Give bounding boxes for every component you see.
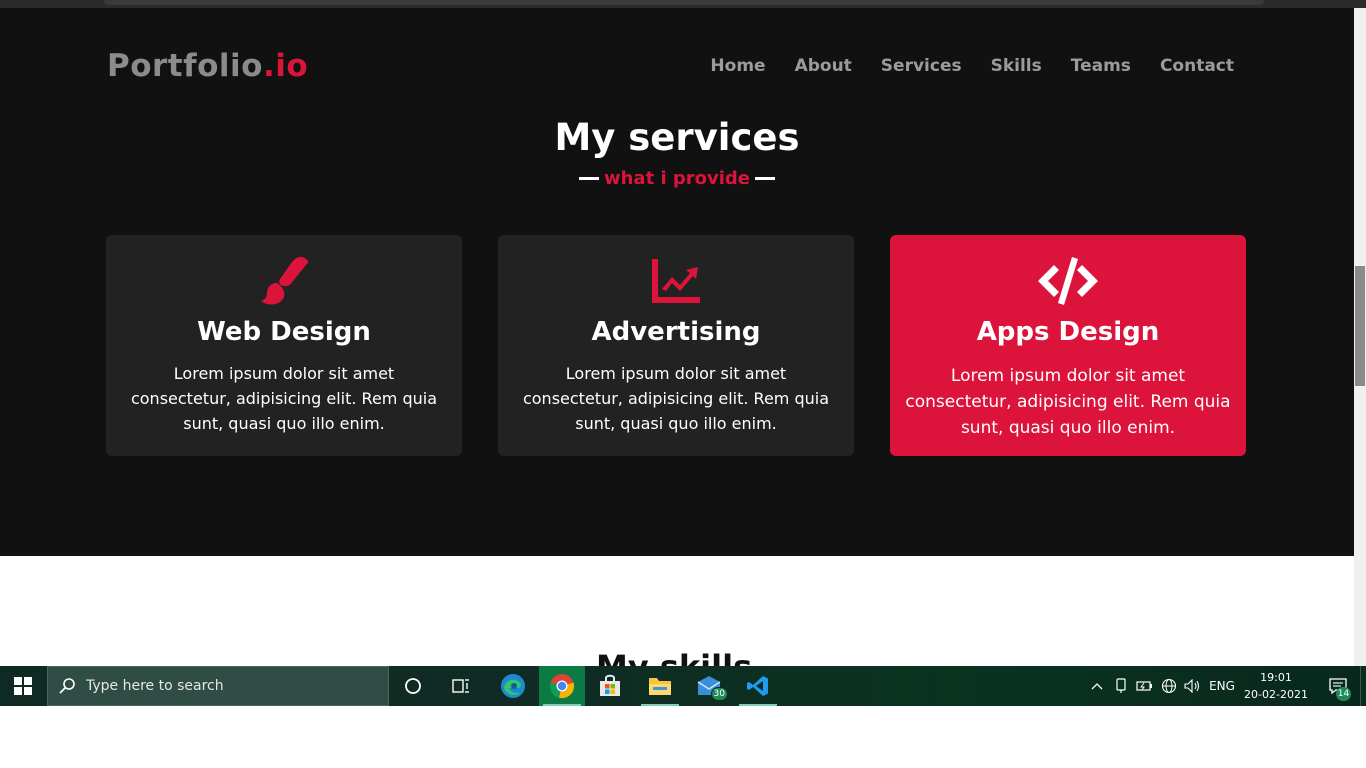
- nav-about[interactable]: About: [795, 56, 852, 76]
- taskbar-chrome[interactable]: [539, 666, 585, 706]
- taskbar-file-explorer[interactable]: [637, 666, 683, 706]
- service-card-apps-design[interactable]: Apps Design Lorem ipsum dolor sit amet c…: [890, 235, 1246, 456]
- card-title: Advertising: [591, 317, 761, 347]
- task-view-button[interactable]: [438, 666, 484, 706]
- taskbar-edge[interactable]: [490, 666, 536, 706]
- nav-skills[interactable]: Skills: [991, 56, 1042, 76]
- card-title: Apps Design: [976, 317, 1160, 347]
- start-button[interactable]: [0, 666, 46, 706]
- edge-browser-icon: [501, 674, 525, 698]
- card-title: Web Design: [197, 317, 371, 347]
- nav-home[interactable]: Home: [710, 56, 765, 76]
- speaker-icon: [1184, 679, 1200, 693]
- show-hidden-icons-button[interactable]: [1088, 666, 1106, 706]
- vscode-icon: [747, 676, 768, 696]
- battery-charging-icon: [1136, 681, 1152, 691]
- card-text: Lorem ipsum dolor sit amet consectetur, …: [905, 366, 1231, 438]
- skills-title: My skills: [596, 648, 752, 666]
- cortana-circle-icon: [405, 678, 421, 694]
- folder-icon: [649, 678, 671, 695]
- taskbar-mail[interactable]: 30: [686, 666, 732, 706]
- task-view-icon: [452, 679, 469, 693]
- service-card-web-design[interactable]: Web Design Lorem ipsum dolor sit amet co…: [106, 235, 462, 456]
- microsoft-store-icon: [600, 674, 620, 696]
- device-icon: [1116, 678, 1126, 693]
- taskbar-store[interactable]: [587, 666, 633, 706]
- card-text: Lorem ipsum dolor sit amet consectetur, …: [130, 364, 438, 433]
- card-text: Lorem ipsum dolor sit amet consectetur, …: [522, 364, 830, 433]
- subtitle-dash-left: [578, 176, 599, 180]
- search-placeholder: Type here to search: [86, 678, 224, 694]
- services-title: My services: [554, 116, 800, 159]
- tray-volume-button[interactable]: [1182, 666, 1204, 706]
- chevron-up-icon: [1091, 683, 1103, 690]
- notification-badge: 14: [1336, 687, 1351, 701]
- screen-bottom-area: [0, 706, 1366, 768]
- clock-date: 20-02-2021: [1244, 688, 1308, 701]
- nav-contact[interactable]: Contact: [1160, 56, 1234, 76]
- service-card-advertising[interactable]: Advertising Lorem ipsum dolor sit amet c…: [498, 235, 854, 456]
- mail-badge: 30: [710, 687, 728, 701]
- chrome-browser-icon: [549, 674, 575, 699]
- show-desktop-button[interactable]: [1360, 666, 1366, 706]
- tray-device-button[interactable]: [1112, 666, 1130, 706]
- skills-section: My skills: [0, 556, 1354, 666]
- tray-battery-button[interactable]: [1134, 666, 1156, 706]
- chart-line-icon: [498, 253, 854, 309]
- action-center-button[interactable]: 14: [1318, 666, 1358, 706]
- browser-top-strip: [0, 0, 1366, 8]
- code-icon: [890, 253, 1246, 309]
- taskbar-clock[interactable]: 19:01 20-02-2021: [1238, 669, 1314, 703]
- browser-bar: [104, 0, 1264, 5]
- windows-taskbar: Type here to search 30 ENG 19:01 20-02-2…: [0, 666, 1366, 706]
- search-icon: [59, 678, 75, 694]
- services-subtitle: what i provide: [0, 168, 1354, 189]
- nav-services[interactable]: Services: [881, 56, 962, 76]
- clock-time: 19:01: [1260, 671, 1292, 684]
- scroll-thumb[interactable]: [1355, 266, 1365, 386]
- tray-language-button[interactable]: ENG: [1206, 666, 1238, 706]
- taskbar-search-box[interactable]: Type here to search: [47, 666, 389, 706]
- tray-network-button[interactable]: [1158, 666, 1180, 706]
- paint-brush-icon: [106, 253, 462, 309]
- site-logo[interactable]: Portfolio.io: [107, 48, 308, 84]
- nav-teams[interactable]: Teams: [1071, 56, 1131, 76]
- cortana-button[interactable]: [390, 666, 436, 706]
- page-scrollbar[interactable]: [1354, 8, 1366, 666]
- windows-logo-icon: [14, 677, 32, 695]
- services-section: Portfolio.io Home About Services Skills …: [0, 8, 1354, 556]
- globe-icon: [1161, 678, 1177, 694]
- subtitle-dash-right: [755, 176, 776, 180]
- main-nav: Home About Services Skills Teams Contact: [710, 56, 1234, 76]
- taskbar-vscode[interactable]: [735, 666, 781, 706]
